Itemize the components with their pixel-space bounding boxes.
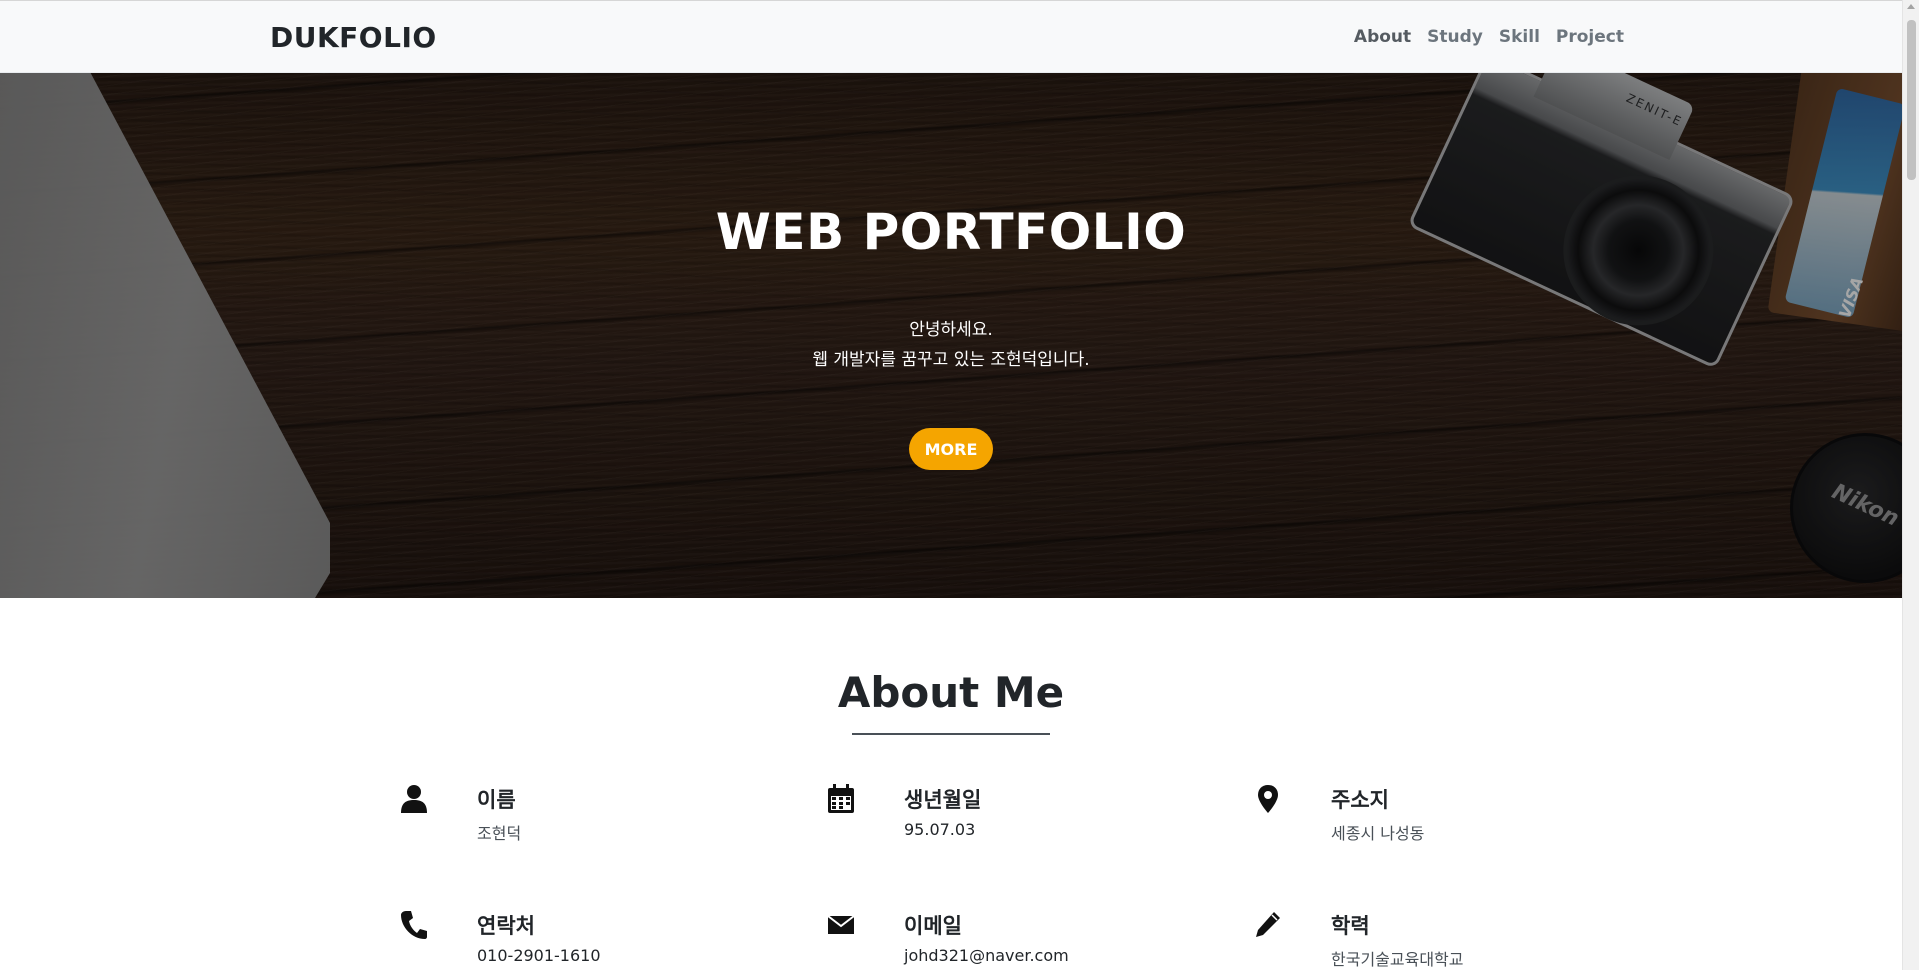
info-label: 이메일: [904, 914, 962, 938]
nav-link-project[interactable]: Project: [1556, 27, 1624, 47]
info-item-birthday: 생년월일 95.07.03: [827, 784, 1207, 854]
vertical-scrollbar[interactable]: [1902, 0, 1919, 970]
top-navbar: DUKFOLIO About Study Skill Project: [0, 0, 1902, 73]
calendar-icon: [827, 784, 857, 814]
info-item-education: 학력 한국기술교육대학교: [1254, 910, 1634, 970]
nav-link-study[interactable]: Study: [1427, 27, 1483, 47]
phone-icon: [400, 910, 430, 940]
portfolio-page: DUKFOLIO About Study Skill Project VISA …: [0, 0, 1919, 970]
hero-title: WEB PORTFOLIO: [715, 203, 1187, 261]
info-label: 주소지: [1331, 788, 1389, 812]
scroll-up-arrow-icon[interactable]: [1907, 4, 1915, 9]
about-title-underline: [852, 733, 1050, 735]
info-label: 학력: [1331, 914, 1370, 938]
person-icon: [400, 784, 430, 814]
hero-section: VISA ZENIT-E Nikon WEB PORTFOLIO 안녕하세요. …: [0, 73, 1902, 598]
hero-subtitle: 안녕하세요. 웹 개발자를 꿈꾸고 있는 조현덕입니다.: [0, 315, 1902, 375]
info-label: 연락처: [477, 914, 535, 938]
location-pin-icon: [1254, 784, 1284, 814]
info-value: 010-2901-1610: [477, 946, 601, 965]
hero-subtitle-line-2: 웹 개발자를 꿈꾸고 있는 조현덕입니다.: [812, 350, 1090, 370]
nav-link-about[interactable]: About: [1354, 27, 1411, 47]
info-item-email: 이메일 johd321@naver.com: [827, 910, 1207, 970]
scrollbar-thumb[interactable]: [1907, 20, 1916, 180]
envelope-icon: [827, 910, 857, 940]
hero-content: WEB PORTFOLIO 안녕하세요. 웹 개발자를 꿈꾸고 있는 조현덕입니…: [0, 73, 1902, 598]
info-value: 조현덕: [477, 824, 522, 843]
info-label: 이름: [477, 788, 516, 812]
hero-subtitle-line-1: 안녕하세요.: [909, 320, 993, 340]
info-label: 생년월일: [904, 788, 982, 812]
nav-links: About Study Skill Project: [1354, 27, 1624, 47]
info-item-address: 주소지 세종시 나성동: [1254, 784, 1634, 854]
info-value: johd321@naver.com: [904, 946, 1069, 965]
about-section-title: About Me: [837, 668, 1065, 717]
more-button[interactable]: MORE: [909, 428, 993, 470]
info-item-phone: 연락처 010-2901-1610: [400, 910, 780, 970]
info-value: 한국기술교육대학교: [1331, 950, 1464, 969]
pencil-icon: [1254, 910, 1284, 940]
info-value: 95.07.03: [904, 820, 976, 839]
info-item-name: 이름 조현덕: [400, 784, 780, 854]
brand-logo[interactable]: DUKFOLIO: [270, 21, 437, 54]
nav-link-skill[interactable]: Skill: [1499, 27, 1540, 47]
info-value: 세종시 나성동: [1331, 824, 1425, 843]
